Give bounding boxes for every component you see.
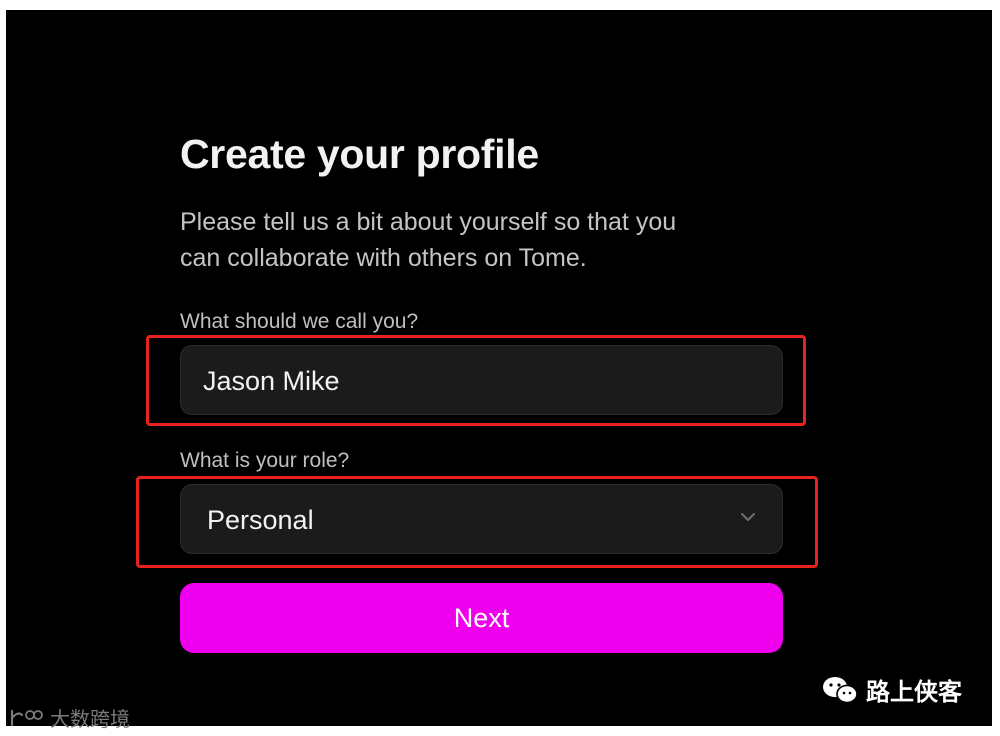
right-watermark-text: 路上侠客 bbox=[866, 679, 962, 706]
wechat-icon bbox=[823, 676, 858, 703]
name-input[interactable]: Jason Mike bbox=[180, 345, 783, 415]
name-input-value: Jason Mike bbox=[203, 366, 340, 396]
role-field-label: What is your role? bbox=[180, 449, 350, 472]
subtitle-line-1: Please tell us a bit about yourself so t… bbox=[180, 208, 677, 236]
left-watermark-text: 大数跨境 bbox=[50, 709, 130, 731]
logo-icon bbox=[10, 709, 43, 726]
chevron-down-icon bbox=[741, 513, 755, 521]
role-select-value: Personal bbox=[207, 505, 314, 535]
role-select[interactable]: Personal bbox=[180, 484, 783, 554]
page-title: Create your profile bbox=[180, 131, 539, 177]
name-field-label: What should we call you? bbox=[180, 310, 419, 333]
left-watermark: 大数跨境 bbox=[8, 703, 130, 732]
right-watermark: 路上侠客 bbox=[820, 672, 962, 707]
subtitle-line-2: can collaborate with others on Tome. bbox=[180, 244, 587, 272]
next-button[interactable]: Next bbox=[180, 583, 783, 653]
